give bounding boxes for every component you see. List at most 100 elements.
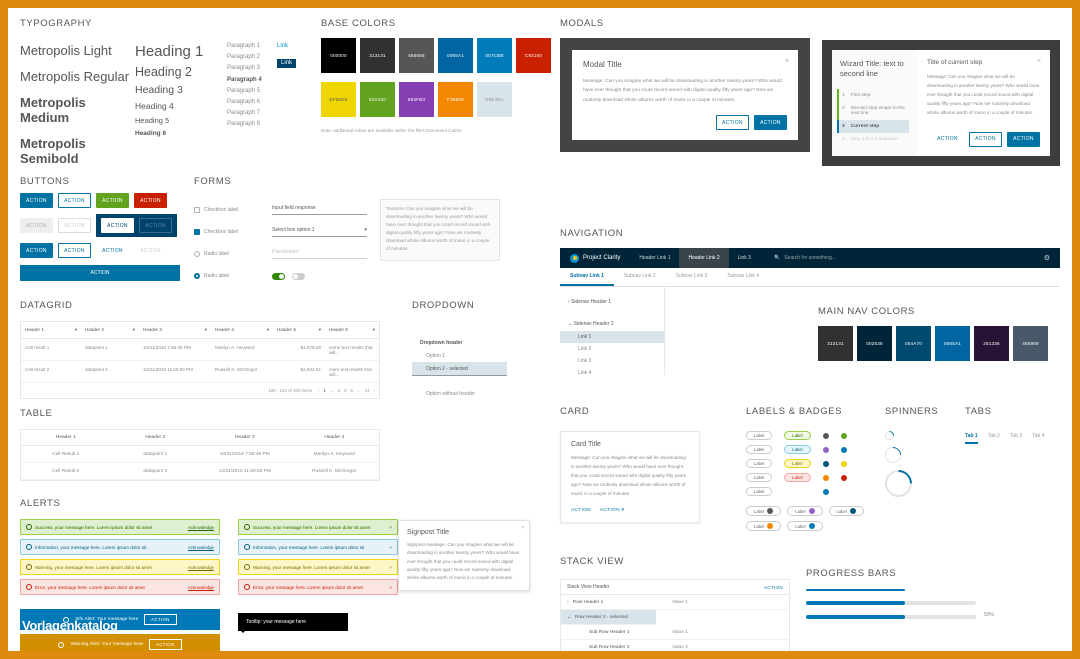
prev-page-icon[interactable]: ‹ bbox=[318, 388, 319, 393]
dropdown-option-no-header[interactable]: Option without header bbox=[412, 387, 552, 400]
nav-link-2-active[interactable]: Header Link 2 bbox=[679, 248, 729, 268]
wizard-close-icon[interactable]: × bbox=[1037, 58, 1041, 65]
tab-2[interactable]: Tab 2 bbox=[988, 433, 1000, 444]
dropdown-option-1[interactable]: Option 1 bbox=[412, 349, 552, 362]
toggle-on[interactable] bbox=[272, 272, 285, 280]
alert-bar-action[interactable]: ACTION bbox=[149, 639, 182, 650]
brand[interactable]: Project Clarity bbox=[560, 253, 630, 263]
page-number[interactable]: 4 bbox=[338, 388, 340, 393]
page-number[interactable]: 5 bbox=[344, 388, 346, 393]
chip[interactable]: Label bbox=[787, 521, 823, 531]
button-danger[interactable]: ACTION bbox=[134, 193, 167, 208]
datagrid-header-cell[interactable]: Header 6 ▾ bbox=[325, 322, 379, 338]
nav-link-1[interactable]: Header Link 1 bbox=[630, 248, 679, 268]
page-number[interactable]: 1 bbox=[323, 388, 325, 393]
label-outline[interactable]: Label bbox=[746, 459, 773, 468]
close-icon[interactable]: × bbox=[389, 565, 392, 570]
stack-view-action[interactable]: ACTION bbox=[764, 585, 783, 590]
button-outline[interactable]: ACTION bbox=[58, 193, 91, 208]
wizard-primary-button[interactable]: ACTION bbox=[1007, 131, 1040, 147]
subnav-link-3[interactable]: Subnav Link 3 bbox=[666, 268, 718, 286]
button-block[interactable]: ACTION bbox=[20, 265, 180, 281]
acknowledge-link[interactable]: Acknowledge bbox=[188, 565, 214, 570]
checkbox-icon[interactable] bbox=[194, 207, 200, 213]
acknowledge-link[interactable]: Acknowledge bbox=[188, 545, 214, 550]
expand-caret-icon[interactable]: › bbox=[567, 600, 569, 605]
button-flat-solid[interactable]: ACTION bbox=[20, 243, 53, 258]
dropdown-option-2-selected[interactable]: Option 2 - selected bbox=[412, 362, 507, 376]
label-outline[interactable]: Label bbox=[746, 431, 773, 440]
close-icon[interactable]: × bbox=[389, 545, 392, 550]
datagrid-header-cell[interactable]: Header 2 ▾ bbox=[81, 322, 139, 338]
close-icon[interactable]: × bbox=[389, 525, 392, 530]
close-icon[interactable]: × bbox=[389, 585, 392, 590]
page-number[interactable]: 6 bbox=[351, 388, 353, 393]
close-icon[interactable]: × bbox=[785, 58, 789, 65]
wizard-back-button[interactable]: ACTION bbox=[931, 132, 964, 147]
link-plain[interactable]: Link bbox=[277, 43, 317, 49]
tab-1[interactable]: Tab 1 bbox=[965, 433, 978, 444]
pagination[interactable]: ‹ 1 ... 4 5 6 ... 14 › bbox=[318, 388, 375, 393]
label-outline[interactable]: Label bbox=[746, 473, 773, 482]
label-colored[interactable]: Label bbox=[784, 459, 811, 468]
nav-link-3[interactable]: Link 3 bbox=[729, 248, 760, 268]
radio-row-2[interactable]: Radio label bbox=[194, 265, 262, 287]
modal-primary-button[interactable]: ACTION bbox=[754, 115, 787, 131]
acknowledge-link[interactable]: Acknowledge bbox=[188, 525, 214, 530]
text-input[interactable]: Input field response bbox=[272, 205, 367, 215]
textarea-input[interactable]: Textarea: Can you imagine what we will b… bbox=[380, 199, 500, 261]
link-button[interactable]: Link bbox=[277, 58, 297, 68]
select-input[interactable]: Select box option 1 ▾ bbox=[272, 227, 367, 237]
card-action-1[interactable]: ACTION bbox=[571, 508, 591, 513]
datagrid-header-cell[interactable]: Header 4 ▾ bbox=[211, 322, 273, 338]
checkbox-row-2[interactable]: Checkbox label bbox=[194, 221, 262, 243]
tab-4[interactable]: Tab 4 bbox=[1032, 433, 1044, 444]
label-colored[interactable]: Label bbox=[784, 473, 811, 482]
datagrid-header-cell[interactable]: Header 3 ▾ bbox=[139, 322, 211, 338]
toggle-off[interactable] bbox=[292, 272, 305, 280]
sidenav-link-2[interactable]: Link 2 bbox=[560, 343, 664, 355]
table-row[interactable]: Cell result 2 datapoint 2 12/31/2016 11:… bbox=[21, 361, 379, 383]
stack-view-row[interactable]: ⌄ Row Header 2 - selected bbox=[561, 610, 656, 625]
next-page-icon[interactable]: › bbox=[374, 388, 375, 393]
wizard-step-2[interactable]: 2 Second step wraps to the next line bbox=[837, 102, 909, 121]
button-solid[interactable]: ACTION bbox=[20, 193, 53, 208]
button-link[interactable]: ACTION bbox=[96, 243, 129, 258]
datagrid-header-cell[interactable]: Header 1 ▾ bbox=[21, 322, 81, 338]
wizard-step-3-current[interactable]: 3 Current step bbox=[837, 120, 909, 134]
label-outline[interactable]: Label bbox=[746, 487, 773, 496]
checkbox-checked-icon[interactable] bbox=[194, 229, 200, 235]
radio-row-1[interactable]: Radio label bbox=[194, 243, 262, 265]
tab-3[interactable]: Tab 3 bbox=[1010, 433, 1022, 444]
page-number[interactable]: 14 bbox=[365, 388, 370, 393]
sidenav-link-1[interactable]: Link 1 bbox=[560, 331, 664, 343]
expand-caret-icon[interactable]: ⌄ bbox=[567, 615, 571, 620]
gear-icon[interactable]: ⚙ bbox=[1044, 254, 1060, 262]
sidenav-header-1[interactable]: › Sidenav Header 1 bbox=[560, 295, 664, 309]
subnav-link-4[interactable]: Subnav Link 4 bbox=[717, 268, 769, 286]
sidenav-header-2[interactable]: ⌄ Sidenav Header 2 bbox=[560, 317, 664, 331]
stack-view-row[interactable]: › Row Header 1 Value 1 bbox=[561, 595, 789, 610]
modal-secondary-button[interactable]: ACTION bbox=[716, 115, 749, 131]
chip[interactable]: Label bbox=[746, 521, 782, 531]
chip[interactable]: Label bbox=[787, 506, 823, 516]
subnav-link-1[interactable]: Subnav Link 1 bbox=[560, 268, 614, 286]
button-on-dark-solid[interactable]: ACTION bbox=[101, 218, 134, 233]
radio-icon[interactable] bbox=[194, 251, 200, 257]
label-outline[interactable]: Label bbox=[746, 445, 773, 454]
stack-view-sub-row[interactable]: Sub Row Header 2 Value 2 bbox=[561, 640, 789, 651]
wizard-secondary-button[interactable]: ACTION bbox=[969, 131, 1002, 147]
button-flat-outline[interactable]: ACTION bbox=[58, 243, 91, 258]
chip[interactable]: Label bbox=[746, 506, 782, 516]
chip[interactable]: Label bbox=[828, 506, 864, 516]
table-row[interactable]: Cell result 1 datapoint 1 10/31/2016 7:5… bbox=[21, 339, 379, 361]
subnav-link-2[interactable]: Subnav Link 2 bbox=[614, 268, 666, 286]
sidenav-link-3[interactable]: Link 3 bbox=[560, 355, 664, 367]
checkbox-row-1[interactable]: Checkbox label bbox=[194, 199, 262, 221]
alert-bar-action[interactable]: ACTION bbox=[144, 614, 177, 625]
search-input[interactable]: 🔍 Search for something... bbox=[760, 255, 836, 261]
sidenav-link-4[interactable]: Link 4 bbox=[560, 367, 664, 379]
button-success[interactable]: ACTION bbox=[96, 193, 129, 208]
card-action-2[interactable]: ACTION ▾ bbox=[600, 508, 624, 513]
label-colored[interactable]: Label bbox=[784, 445, 811, 454]
